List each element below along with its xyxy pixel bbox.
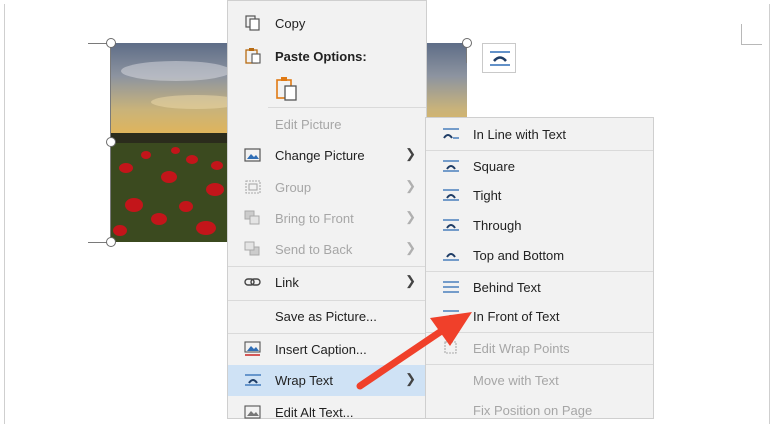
- menu-label: Bring to Front: [275, 211, 354, 226]
- resize-handle[interactable]: [106, 38, 116, 48]
- menu-label: Save as Picture...: [275, 309, 377, 324]
- menu-label: Edit Picture: [275, 117, 342, 132]
- context-menu: Copy Paste Options: Edit Picture Change …: [227, 0, 427, 420]
- submenu-item-through[interactable]: Through: [426, 210, 653, 241]
- wrap-text-icon: [245, 374, 261, 386]
- resize-handle[interactable]: [106, 137, 116, 147]
- paste-icon: [245, 48, 261, 64]
- menu-item-insert-caption[interactable]: Insert Caption...: [228, 333, 426, 364]
- submenu-item-behind-text[interactable]: Behind Text: [426, 271, 653, 302]
- menu-item-save-as-picture[interactable]: Save as Picture...: [228, 300, 426, 331]
- submenu-label: Through: [473, 218, 522, 233]
- submenu-label: In Line with Text: [473, 127, 566, 142]
- send-to-back-icon: [244, 241, 260, 256]
- submenu-item-fix-position-on-page[interactable]: Fix Position on Page: [426, 395, 653, 426]
- copy-icon: [245, 15, 260, 31]
- submenu-label: Behind Text: [473, 280, 541, 295]
- submenu-label: Move with Text: [473, 373, 559, 388]
- submenu-item-tight[interactable]: Tight: [426, 180, 653, 211]
- layout-options-icon: [490, 51, 510, 66]
- behind-text-icon: [443, 281, 459, 293]
- bring-to-front-icon: [244, 210, 260, 225]
- submenu-item-edit-wrap-points[interactable]: Edit Wrap Points: [426, 332, 653, 363]
- submenu-item-square[interactable]: Square: [426, 150, 653, 181]
- menu-item-copy[interactable]: Copy: [228, 8, 426, 39]
- submenu-item-in-front-of-text[interactable]: In Front of Text: [426, 301, 653, 332]
- tight-wrap-icon: [443, 189, 459, 201]
- submenu-label: Top and Bottom: [473, 248, 565, 263]
- menu-item-change-picture[interactable]: Change Picture ❯: [228, 140, 426, 171]
- submenu-item-top-and-bottom[interactable]: Top and Bottom: [426, 240, 653, 271]
- submenu-label: Fix Position on Page: [473, 403, 593, 418]
- margin-corner-mark: [741, 24, 762, 45]
- resize-handle[interactable]: [106, 237, 116, 247]
- menu-item-edit-picture[interactable]: Edit Picture: [228, 109, 426, 140]
- submenu-label: Edit Wrap Points: [473, 341, 570, 356]
- menu-item-paste-options: Paste Options:: [228, 41, 426, 72]
- document-canvas: Copy Paste Options: Edit Picture Change …: [0, 0, 772, 424]
- alt-text-icon: [244, 405, 261, 419]
- submenu-label: Square: [473, 159, 515, 174]
- menu-label: Paste Options:: [275, 49, 367, 64]
- link-icon: [244, 278, 261, 286]
- menu-label: Wrap Text: [275, 373, 334, 388]
- menu-label: Group: [275, 180, 312, 195]
- submenu-chevron-icon: ❯: [405, 146, 416, 161]
- menu-item-edit-alt-text[interactable]: Edit Alt Text...: [228, 397, 426, 428]
- inline-with-text-icon: [443, 128, 459, 139]
- insert-caption-icon: [244, 341, 261, 356]
- menu-label: Insert Caption...: [275, 342, 367, 357]
- through-wrap-icon: [443, 219, 459, 231]
- menu-divider: [268, 107, 426, 108]
- menu-item-bring-to-front[interactable]: Bring to Front ❯: [228, 203, 426, 234]
- menu-item-link[interactable]: Link ❯: [228, 266, 426, 297]
- in-front-of-text-icon: [443, 310, 459, 322]
- submenu-label: In Front of Text: [473, 309, 560, 324]
- submenu-chevron-icon: ❯: [405, 273, 416, 288]
- menu-label: Send to Back: [275, 242, 353, 257]
- resize-handle[interactable]: [462, 38, 472, 48]
- menu-label: Change Picture: [275, 148, 365, 163]
- submenu-chevron-icon: ❯: [405, 178, 416, 193]
- submenu-chevron-icon: ❯: [405, 240, 416, 255]
- menu-item-send-to-back[interactable]: Send to Back ❯: [228, 234, 426, 265]
- top-bottom-wrap-icon: [443, 253, 459, 261]
- square-wrap-icon: [443, 160, 459, 172]
- group-icon: [245, 180, 261, 194]
- submenu-item-in-line-with-text[interactable]: In Line with Text: [426, 119, 653, 150]
- wrap-text-submenu: In Line with Text Square Tight Through T…: [425, 117, 654, 419]
- submenu-label: Tight: [473, 188, 502, 203]
- menu-label: Edit Alt Text...: [275, 405, 354, 420]
- layout-options-button[interactable]: [482, 43, 516, 73]
- edit-wrap-points-icon: [444, 341, 457, 354]
- submenu-item-move-with-text[interactable]: Move with Text: [426, 364, 653, 395]
- submenu-chevron-icon: ❯: [405, 371, 416, 386]
- picture-cloud: [121, 61, 231, 81]
- menu-item-wrap-text[interactable]: Wrap Text ❯: [228, 365, 426, 396]
- paste-keep-formatting-icon[interactable]: [276, 77, 298, 101]
- menu-item-group[interactable]: Group ❯: [228, 172, 426, 203]
- change-picture-icon: [244, 148, 261, 162]
- menu-label: Copy: [275, 16, 306, 31]
- submenu-chevron-icon: ❯: [405, 209, 416, 224]
- menu-label: Link: [275, 275, 299, 290]
